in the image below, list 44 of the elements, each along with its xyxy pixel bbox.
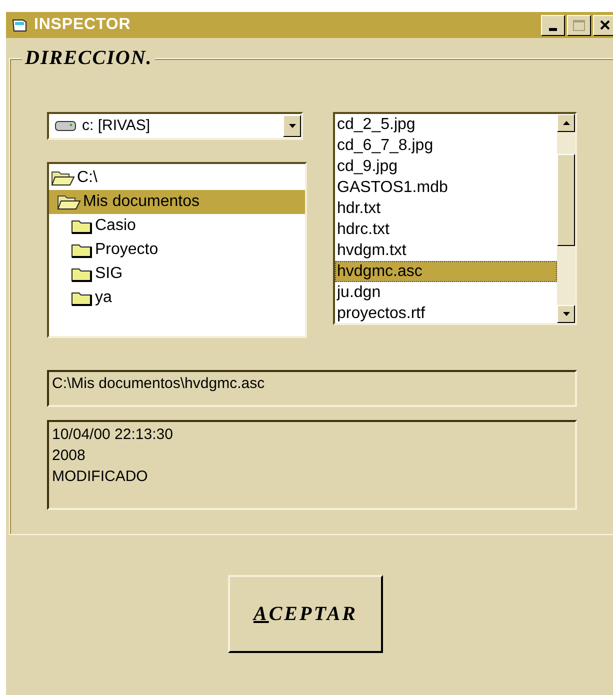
path-field[interactable]: C:\Mis documentos\hvdgmc.asc <box>47 370 577 407</box>
scrollbar[interactable] <box>557 114 575 323</box>
folder-item[interactable]: C:\ <box>49 166 305 190</box>
file-item[interactable]: hvdgmc.asc <box>335 261 557 282</box>
file-item[interactable]: proyectos.rtf <box>335 303 557 324</box>
file-item[interactable]: cd_2_5.jpg <box>335 114 557 135</box>
scroll-down-button[interactable] <box>557 305 575 323</box>
folder-item[interactable]: Proyecto <box>49 238 305 262</box>
window-icon <box>12 18 28 32</box>
folder-icon <box>71 242 93 258</box>
maximize-icon <box>573 20 585 30</box>
file-item[interactable]: cd_9.jpg <box>335 156 557 177</box>
file-item[interactable]: ju.dgn <box>335 282 557 303</box>
file-item[interactable]: GASTOS1.mdb <box>335 177 557 198</box>
dropdown-button[interactable] <box>283 115 301 137</box>
maximize-button[interactable] <box>567 14 591 36</box>
folder-item[interactable]: SIG <box>49 262 305 286</box>
accept-button[interactable]: ACEPTAR <box>228 575 383 653</box>
open-folder-icon <box>51 170 75 186</box>
scroll-thumb[interactable] <box>557 154 575 246</box>
drive-value: c: [RIVAS] <box>82 116 150 136</box>
minimize-icon <box>549 28 557 30</box>
drive-icon <box>55 120 77 132</box>
file-item[interactable]: cd_6_7_8.jpg <box>335 135 557 156</box>
folder-item[interactable]: Mis documentos <box>49 190 305 214</box>
folder-item[interactable]: ya <box>49 286 305 310</box>
folder-icon <box>71 290 93 306</box>
scroll-up-button[interactable] <box>557 114 575 132</box>
window-title: INSPECTOR <box>34 15 131 35</box>
folder-icon <box>71 218 93 234</box>
file-item[interactable]: hdr.txt <box>335 198 557 219</box>
close-icon <box>600 20 610 30</box>
folder-item[interactable]: Casio <box>49 214 305 238</box>
drive-dropdown[interactable]: c: [RIVAS] <box>47 112 303 140</box>
close-button[interactable] <box>593 14 613 36</box>
file-item[interactable]: hdrc.txt <box>335 219 557 240</box>
open-folder-icon <box>57 194 81 210</box>
caret-icon <box>562 121 570 125</box>
minimize-button[interactable] <box>541 14 565 36</box>
folder-icon <box>71 266 93 282</box>
file-item[interactable]: hvdgm.txt <box>335 240 557 261</box>
caret-icon <box>562 312 570 316</box>
info-box: 10/04/00 22:13:30 2008 MODIFICADO <box>47 420 577 510</box>
caret-icon <box>288 124 296 128</box>
